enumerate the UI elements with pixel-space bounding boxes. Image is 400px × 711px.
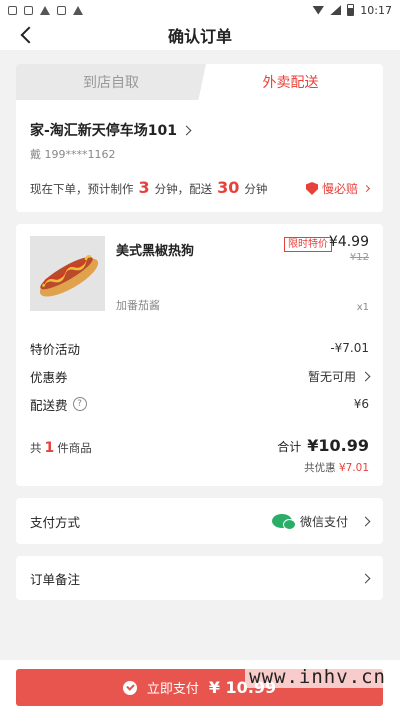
- fee-value: ¥6: [353, 397, 369, 411]
- back-arrow-icon[interactable]: [18, 25, 38, 45]
- help-icon[interactable]: ?: [72, 397, 87, 411]
- product-quantity: x1: [356, 302, 369, 313]
- shield-icon: [40, 5, 50, 15]
- late-compensation-link[interactable]: 慢必赔: [305, 180, 371, 197]
- chevron-right-icon: [360, 516, 371, 526]
- tab-delivery[interactable]: 外卖配送: [198, 64, 383, 100]
- count-prefix: 共: [30, 441, 42, 455]
- alert-icon: [73, 5, 83, 15]
- eta-suffix: 分钟: [244, 182, 268, 196]
- tab-pickup[interactable]: 到店自取: [16, 64, 206, 100]
- product-price: ¥4.99: [328, 234, 369, 250]
- chevron-right-icon: [360, 371, 371, 381]
- nav-bar: 确认订单: [0, 20, 400, 50]
- notification-icons: [8, 5, 83, 15]
- product-original-price: ¥12: [349, 252, 369, 263]
- address-text: 家-淘汇新天停车场101: [30, 123, 178, 139]
- make-minutes: 3: [138, 178, 150, 197]
- page-title: 确认订单: [167, 27, 232, 46]
- count-suffix: 件商品: [57, 441, 92, 455]
- eta-text: 现在下单，预计制作 3 分钟，配送 30 分钟: [30, 178, 267, 197]
- wechat-pay-icon: [271, 514, 296, 530]
- status-time: 10:17: [360, 3, 392, 17]
- discount-amount: ¥7.01: [338, 462, 369, 474]
- chevron-right-icon: [362, 184, 371, 193]
- eta-prefix: 现在下单，预计制作: [30, 182, 134, 196]
- note-label: 订单备注: [30, 571, 81, 587]
- delivery-mode-tabs: 到店自取 外卖配送: [16, 64, 383, 100]
- address-card: 家-淘汇新天停车场101 戴 199****1162 现在下单，预计制作 3 分…: [16, 100, 383, 212]
- clipboard-icon: [24, 5, 33, 15]
- eta-mid: 分钟，配送: [154, 182, 213, 196]
- order-total: 合计 ¥10.99: [277, 436, 369, 455]
- address-selector[interactable]: 家-淘汇新天停车场101: [30, 120, 192, 140]
- count-number: 1: [44, 440, 55, 456]
- chevron-right-icon: [360, 573, 371, 583]
- limited-offer-badge: 限时特价: [284, 237, 332, 252]
- signal-icon: [330, 5, 342, 15]
- item-count: 共 1 件商品: [30, 440, 92, 456]
- total-label: 合计: [277, 440, 302, 454]
- product-option: 加番茄酱: [116, 299, 160, 312]
- order-note-row[interactable]: 订单备注: [16, 556, 383, 600]
- total-discount: 共优惠 ¥7.01: [304, 460, 369, 475]
- notification-icon: [8, 5, 17, 15]
- delivery-minutes: 30: [217, 178, 240, 197]
- battery-icon: [347, 4, 355, 16]
- late-label: 慢必赔: [321, 182, 358, 196]
- product-name: 美式黑椒热狗: [116, 244, 195, 259]
- payment-method-row[interactable]: 支付方式 微信支付: [16, 498, 383, 544]
- chevron-right-icon: [181, 125, 192, 135]
- fee-value: -¥7.01: [330, 341, 369, 355]
- pay-button-label: 立即支付: [146, 682, 199, 697]
- shield-check-icon: [305, 182, 318, 195]
- total-amount: ¥10.99: [307, 436, 369, 455]
- contact-phone: 戴 199****1162: [30, 148, 116, 161]
- pay-icon: [122, 680, 137, 695]
- payment-label: 支付方式: [30, 514, 81, 530]
- fee-row-special: 特价活动 -¥7.01: [30, 338, 369, 358]
- fee-row-delivery: 配送费 ? ¥6: [30, 394, 369, 414]
- fee-row-coupon[interactable]: 优惠券 暂无可用: [30, 366, 371, 386]
- fee-label: 特价活动: [30, 341, 81, 357]
- order-card: 美式黑椒热狗 限时特价 ¥4.99 ¥12 加番茄酱 x1 特价活动 -¥7.0…: [16, 224, 383, 486]
- status-bar: 10:17: [0, 0, 400, 20]
- product-image: [30, 236, 105, 311]
- fee-label: 配送费: [30, 397, 68, 413]
- coupon-value: 暂无可用: [307, 369, 356, 384]
- fee-label: 优惠券: [30, 369, 68, 385]
- settings-icon: [57, 5, 66, 15]
- watermark: www.inhv.cn: [245, 666, 390, 688]
- payment-method: 微信支付: [299, 514, 348, 529]
- discount-label: 共优惠: [304, 462, 336, 474]
- wifi-icon: [312, 5, 325, 15]
